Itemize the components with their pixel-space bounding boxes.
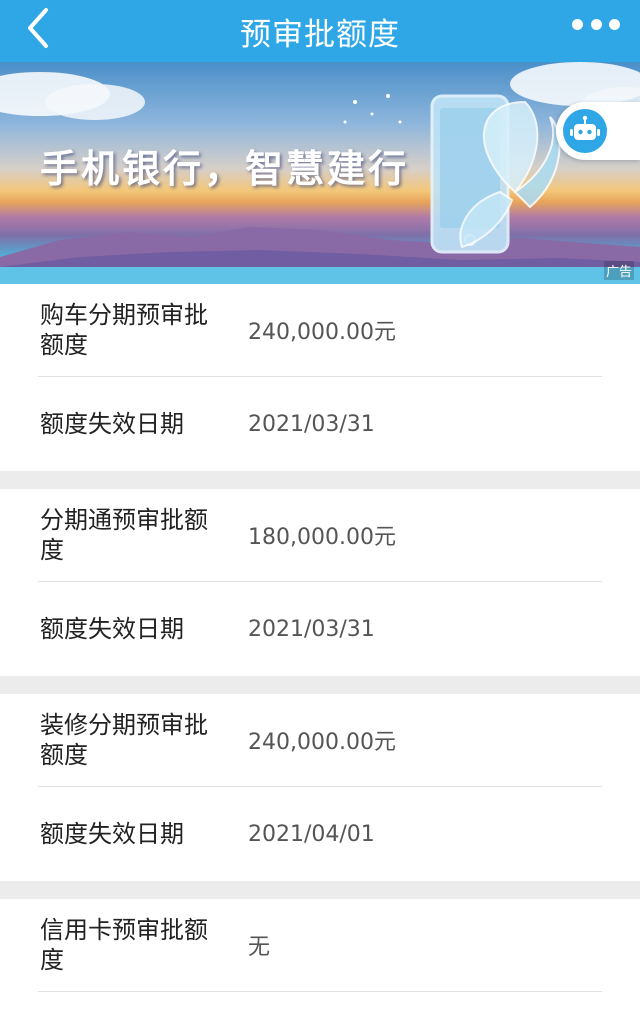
assistant-button[interactable]	[556, 102, 640, 160]
back-button[interactable]	[18, 6, 62, 50]
expiry-label: 额度失效日期	[40, 615, 184, 643]
quota-row: 装修分期预审批额度 240,000.00元	[0, 694, 640, 786]
divider	[38, 991, 602, 992]
expiry-value: 2021/03/31	[248, 411, 375, 437]
quota-row: 信用卡预审批额度 无	[0, 899, 640, 991]
expiry-row: 额度失效日期 2021/04/01	[0, 787, 640, 881]
quota-label: 购车分期预审批额度	[40, 301, 208, 359]
quota-card: 分期通预审批额度 180,000.00元 额度失效日期 2021/03/31	[0, 489, 640, 676]
nav-bar: 预审批额度	[0, 0, 640, 62]
ad-banner[interactable]: 手机银行，智慧建行 广告	[0, 62, 640, 284]
expiry-label: 额度失效日期	[40, 410, 184, 438]
quota-label: 信用卡预审批额度	[40, 916, 208, 974]
quota-row: 购车分期预审批额度 240,000.00元	[0, 284, 640, 376]
quota-label: 装修分期预审批额度	[40, 711, 208, 769]
expiry-value: 2021/04/01	[248, 821, 375, 847]
quota-value: 240,000.00元	[248, 730, 396, 755]
quota-card: 信用卡预审批额度 无	[0, 899, 640, 1018]
quota-row: 分期通预审批额度 180,000.00元	[0, 489, 640, 581]
expiry-value: 2021/03/31	[248, 616, 375, 642]
quota-card: 购车分期预审批额度 240,000.00元 额度失效日期 2021/03/31	[0, 284, 640, 471]
expiry-row: 额度失效日期 2021/03/31	[0, 377, 640, 471]
quota-value: 无	[248, 935, 271, 960]
banner-slogan: 手机银行，智慧建行	[40, 147, 410, 191]
expiry-label: 额度失效日期	[40, 820, 184, 848]
ad-label: 广告	[603, 261, 634, 280]
page-title: 预审批额度	[240, 16, 400, 53]
chevron-left-icon	[28, 8, 48, 48]
more-dots-icon	[572, 18, 583, 30]
quota-label: 分期通预审批额度	[40, 506, 208, 564]
quota-card: 装修分期预审批额度 240,000.00元 额度失效日期 2021/04/01	[0, 694, 640, 881]
quota-value: 180,000.00元	[248, 525, 396, 550]
quota-value: 240,000.00元	[248, 320, 396, 345]
robot-icon	[570, 115, 600, 140]
more-button[interactable]	[572, 12, 620, 36]
expiry-row: 额度失效日期 2021/03/31	[0, 582, 640, 676]
